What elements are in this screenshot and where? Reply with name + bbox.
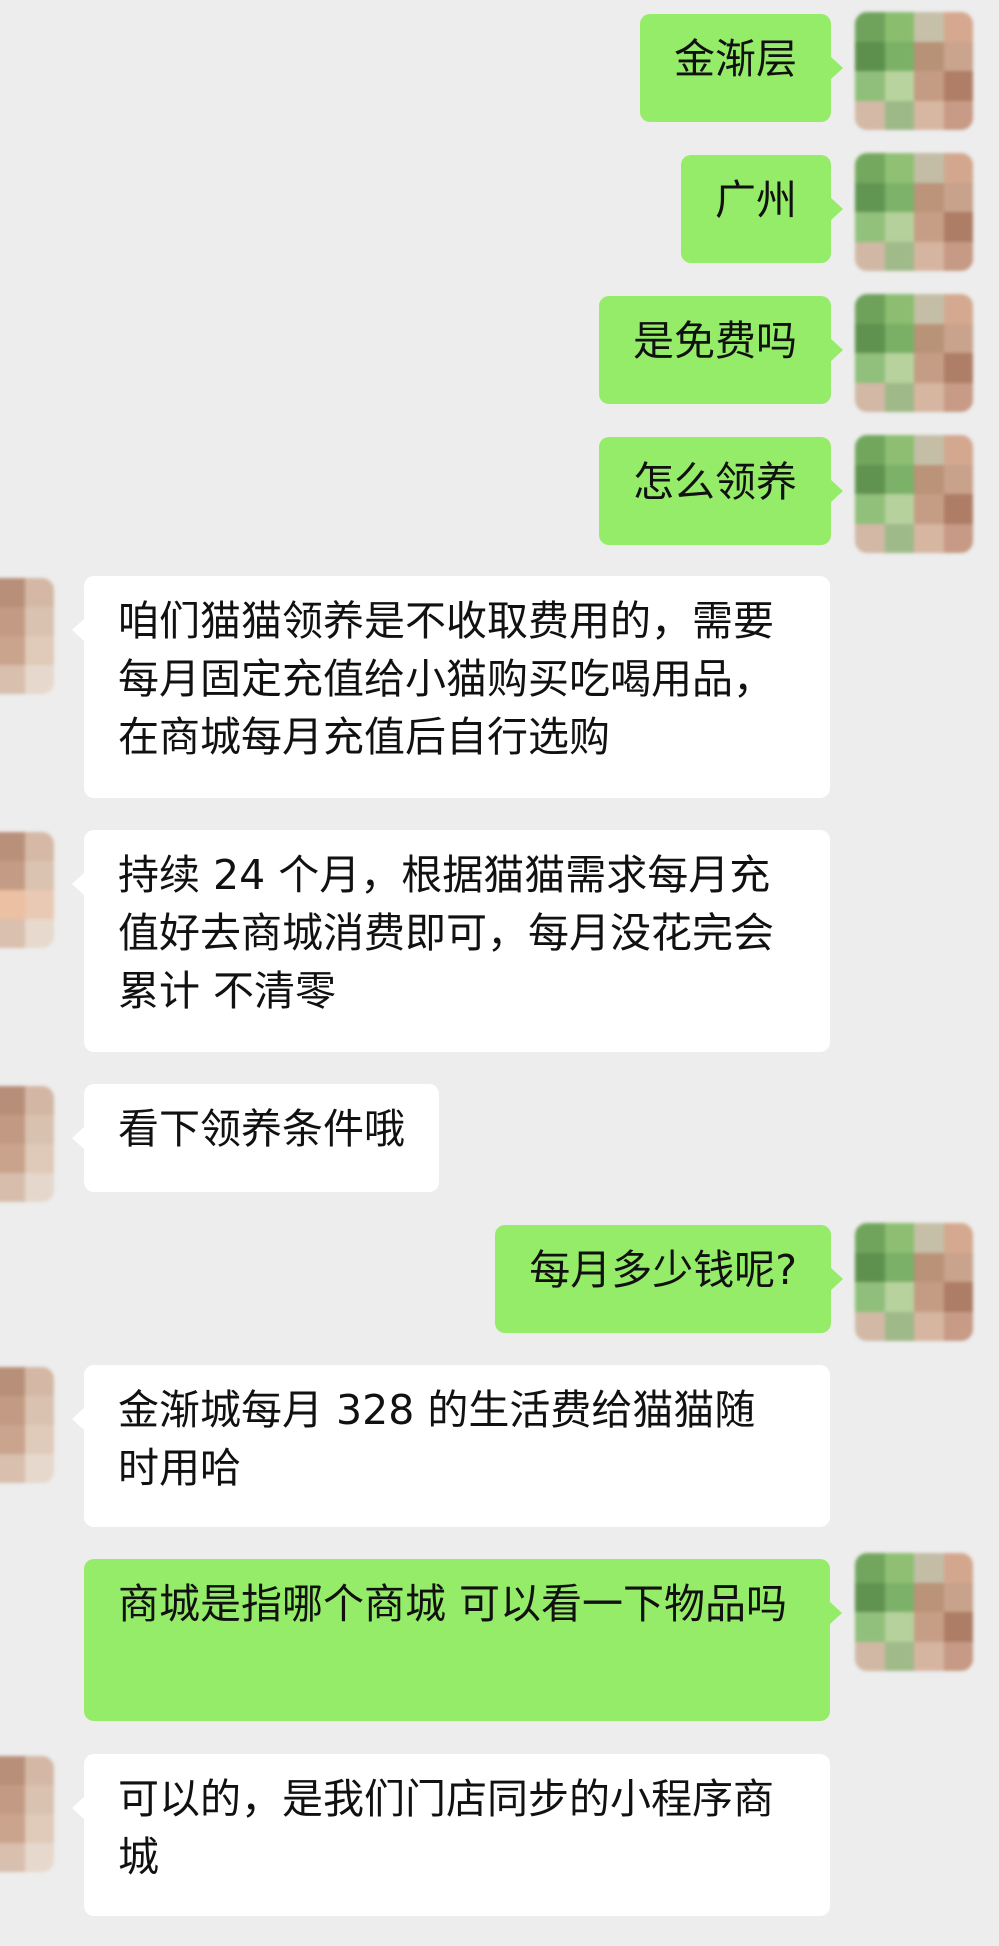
message-bubble-incoming[interactable]: 看下领养条件哦	[72, 1084, 439, 1192]
self-avatar-icon[interactable]	[855, 294, 973, 412]
message-bubble-outgoing[interactable]: 商城是指哪个商城 可以看一下物品吗	[84, 1559, 842, 1721]
self-avatar-icon[interactable]	[855, 1553, 973, 1671]
message-bubble-outgoing[interactable]: 怎么领养	[599, 437, 843, 545]
self-avatar-icon[interactable]	[855, 435, 973, 553]
message-bubble-incoming[interactable]: 金渐城每月 328 的生活费给猫猫随时用哈	[72, 1365, 830, 1527]
chat-window: 金渐层 广州 是免费吗 怎么领养 咱们猫猫领养是不收取费用的，需要每月固定充值给…	[0, 0, 999, 1946]
contact-avatar-icon[interactable]	[0, 1367, 54, 1483]
message-bubble-outgoing[interactable]: 是免费吗	[599, 296, 843, 404]
message-bubble-outgoing[interactable]: 金渐层	[640, 14, 843, 122]
contact-avatar-icon[interactable]	[0, 1756, 54, 1872]
contact-avatar-icon[interactable]	[0, 1086, 54, 1202]
message-bubble-incoming[interactable]: 持续 24 个月，根据猫猫需求每月充值好去商城消费即可，每月没花完会累计 不清零	[72, 830, 830, 1052]
message-bubble-incoming[interactable]: 咱们猫猫领养是不收取费用的，需要每月固定充值给小猫购买吃喝用品，在商城每月充值后…	[72, 576, 830, 798]
message-bubble-incoming[interactable]: 可以的，是我们门店同步的小程序商城	[72, 1754, 830, 1916]
contact-avatar-icon[interactable]	[0, 578, 54, 694]
message-bubble-outgoing[interactable]: 广州	[681, 155, 843, 263]
contact-avatar-icon[interactable]	[0, 832, 54, 948]
self-avatar-icon[interactable]	[855, 153, 973, 271]
self-avatar-icon[interactable]	[855, 12, 973, 130]
self-avatar-icon[interactable]	[855, 1223, 973, 1341]
message-bubble-outgoing[interactable]: 每月多少钱呢?	[495, 1225, 843, 1333]
